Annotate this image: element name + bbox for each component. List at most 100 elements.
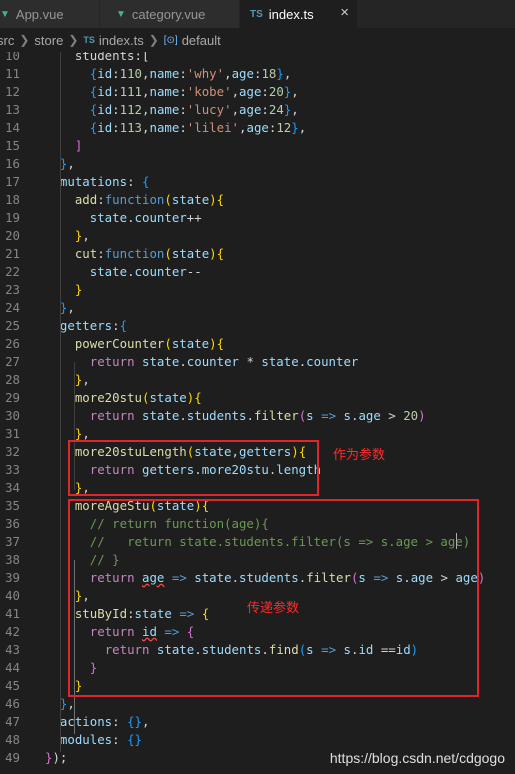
- code-line[interactable]: 29 more20stu(state){: [0, 389, 515, 407]
- close-icon[interactable]: ×: [340, 4, 349, 21]
- code-token: students: [186, 408, 247, 423]
- code-token: ): [418, 408, 426, 423]
- breadcrumb-folder-src[interactable]: src: [0, 33, 14, 48]
- chevron-right-icon: ❯: [148, 33, 159, 47]
- code-token: id: [97, 102, 113, 117]
- code-text: ]: [45, 137, 82, 155]
- code-token: :: [112, 714, 128, 729]
- code-text: cut:function(state){: [45, 245, 224, 263]
- code-token: .: [127, 264, 135, 279]
- code-token: :: [112, 120, 120, 135]
- line-number: 47: [5, 714, 20, 729]
- code-token: 110: [119, 66, 143, 81]
- code-line[interactable]: 16 },: [0, 155, 515, 173]
- code-token: state: [142, 354, 180, 369]
- code-token: .: [179, 354, 187, 369]
- code-token: 113: [119, 120, 143, 135]
- watermark: https://blog.csdn.net/cdgogo: [329, 750, 505, 766]
- breadcrumb-symbol[interactable]: default: [182, 33, 221, 48]
- code-line[interactable]: 47 actions: {},: [0, 713, 515, 731]
- code-line[interactable]: 17 mutations: {: [0, 173, 515, 191]
- line-number: 32: [5, 444, 20, 459]
- line-number: 46: [5, 696, 20, 711]
- code-token: {: [216, 246, 225, 261]
- indent-guide: [60, 52, 61, 752]
- code-token: :: [179, 84, 187, 99]
- code-token: state: [261, 354, 299, 369]
- highlight-box-param: [68, 440, 319, 496]
- code-line[interactable]: 22 state.counter--: [0, 263, 515, 281]
- code-token: state: [142, 408, 180, 423]
- code-line[interactable]: 20 },: [0, 227, 515, 245]
- code-line[interactable]: 28 },: [0, 371, 515, 389]
- code-token: >: [380, 408, 404, 423]
- code-token: ,: [291, 102, 299, 117]
- code-line[interactable]: 21 cut:function(state){: [0, 245, 515, 263]
- code-text: powerCounter(state){: [45, 335, 224, 353]
- chevron-right-icon: ❯: [68, 33, 79, 47]
- code-token: :: [112, 732, 128, 747]
- line-number: 23: [5, 282, 20, 297]
- code-line[interactable]: 10 students:[: [0, 52, 515, 65]
- code-line[interactable]: 11 {id:110,name:'why',age:18},: [0, 65, 515, 83]
- code-line[interactable]: 24 },: [0, 299, 515, 317]
- line-number: 27: [5, 354, 20, 369]
- code-token: name: [149, 84, 180, 99]
- line-number: 37: [5, 534, 20, 549]
- code-line[interactable]: 18 add:function(state){: [0, 191, 515, 209]
- code-token: ,: [82, 426, 90, 441]
- code-token: ,: [291, 84, 299, 99]
- code-token: {: [216, 192, 225, 207]
- code-line[interactable]: 19 state.counter++: [0, 209, 515, 227]
- code-text: {id:111,name:'kobe',age:20},: [45, 83, 299, 101]
- code-line[interactable]: 23 }: [0, 281, 515, 299]
- line-number: 30: [5, 408, 20, 423]
- code-token: ,: [231, 102, 240, 117]
- code-line[interactable]: 26 powerCounter(state){: [0, 335, 515, 353]
- tab-app-vue[interactable]: ▼ App.vue: [0, 0, 100, 28]
- code-line[interactable]: 14 {id:113,name:'lilei',age:12},: [0, 119, 515, 137]
- code-token: ,: [82, 228, 90, 243]
- code-text: add:function(state){: [45, 191, 224, 209]
- code-token: 'lucy': [186, 102, 232, 117]
- line-number: 43: [5, 642, 20, 657]
- code-token: :: [97, 192, 105, 207]
- code-token: counter: [134, 264, 187, 279]
- code-line[interactable]: 13 {id:112,name:'lucy',age:24},: [0, 101, 515, 119]
- annotation-pass-as-param: 作为参数: [333, 448, 386, 463]
- code-line[interactable]: 48 modules: {}: [0, 731, 515, 749]
- tab-label: index.ts: [268, 6, 314, 22]
- code-line[interactable]: 15 ]: [0, 137, 515, 155]
- code-token: {: [194, 390, 202, 405]
- line-number: 19: [5, 210, 20, 225]
- code-token: ,: [82, 372, 90, 387]
- tab-category-vue[interactable]: ▼ category.vue: [100, 0, 240, 28]
- code-token: state: [171, 246, 210, 261]
- code-text: },: [45, 371, 90, 389]
- code-token: id: [97, 84, 113, 99]
- line-number: 42: [5, 624, 20, 639]
- line-number: 18: [5, 192, 20, 207]
- ts-icon: TS: [250, 8, 263, 20]
- symbol-icon: [⊙]: [163, 34, 178, 46]
- code-line[interactable]: 12 {id:111,name:'kobe',age:20},: [0, 83, 515, 101]
- code-line[interactable]: 30 return state.students.filter(s => s.a…: [0, 407, 515, 425]
- code-line[interactable]: 46 },: [0, 695, 515, 713]
- code-token: 12: [276, 120, 292, 135]
- breadcrumb-folder-store[interactable]: store: [34, 33, 63, 48]
- tab-index-ts[interactable]: TS index.ts ×: [240, 0, 358, 28]
- code-token: (: [164, 192, 172, 207]
- line-number: 12: [5, 84, 20, 99]
- breadcrumb-file[interactable]: index.ts: [99, 33, 144, 48]
- code-line[interactable]: 27 return state.counter * state.counter: [0, 353, 515, 371]
- code-token: {: [216, 336, 225, 351]
- code-line[interactable]: 25 getters:{: [0, 317, 515, 335]
- code-token: age: [358, 408, 381, 423]
